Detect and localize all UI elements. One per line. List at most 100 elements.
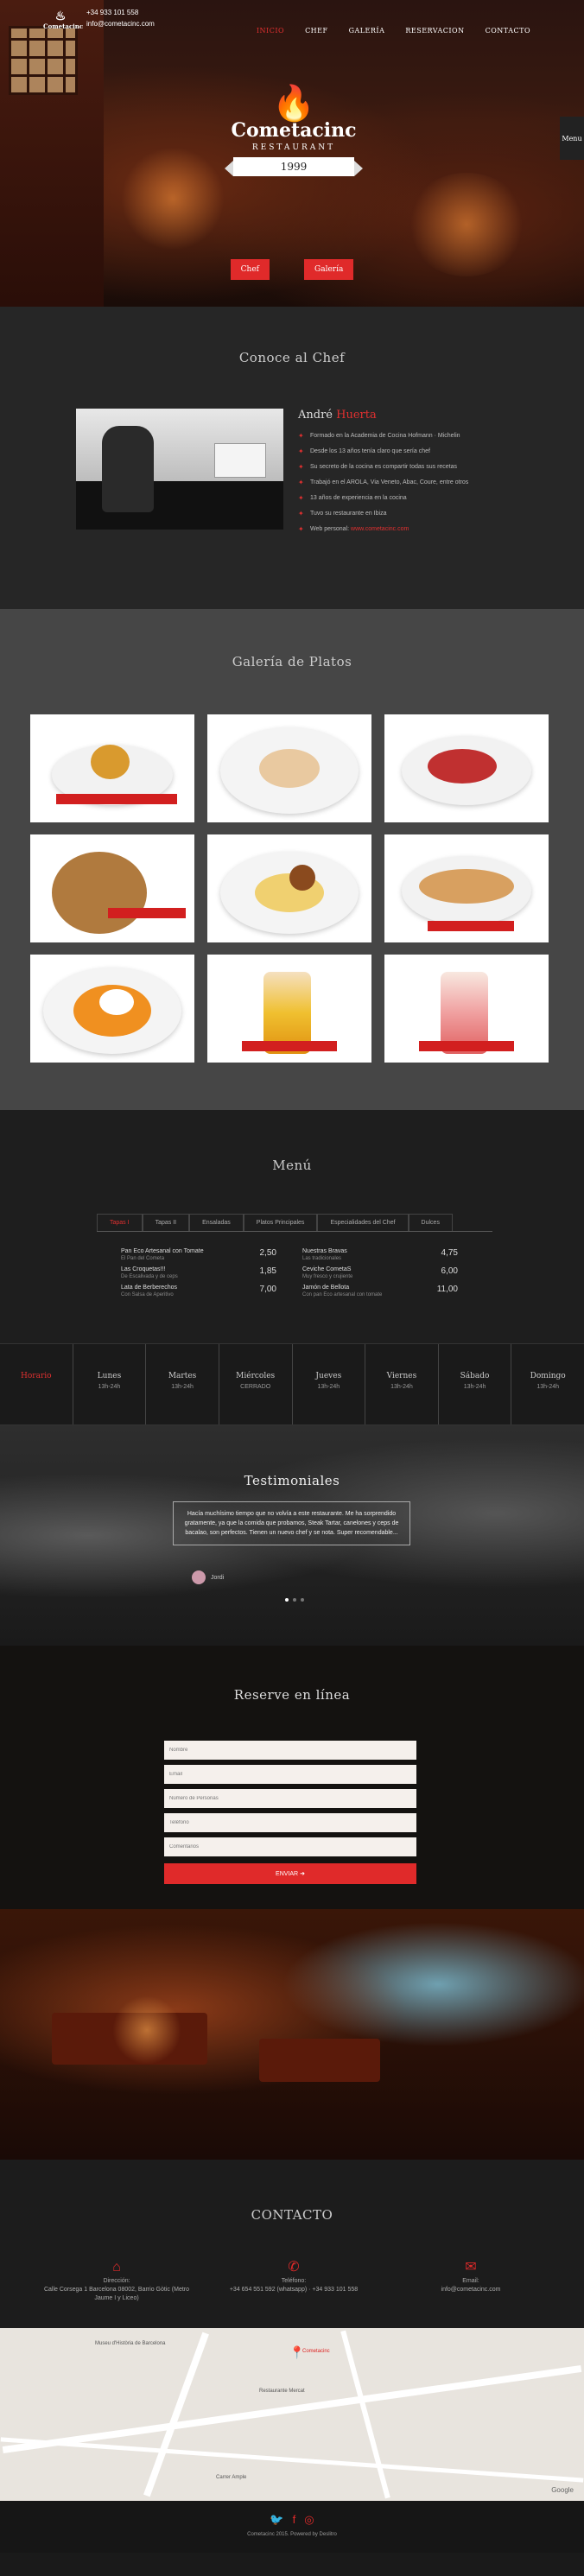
gallery-image[interactable] (207, 955, 371, 1063)
dish-name: Jamón de Bellota (302, 1285, 350, 1291)
contact-address: ⌂ Dirección: Calle Corsega 1 Barcelona 0… (39, 2261, 194, 2303)
email-text[interactable]: info@cometacinc.com (393, 2286, 549, 2294)
side-menu-button[interactable]: Menu (560, 117, 584, 160)
phone-field[interactable] (164, 1813, 416, 1832)
hours-day: Sábado 13h-24h (439, 1344, 512, 1424)
people-field[interactable] (164, 1789, 416, 1808)
gallery-button[interactable]: Galería (304, 259, 354, 280)
day-name: Viernes (386, 1372, 417, 1380)
restaurant-photo (0, 1909, 584, 2160)
year-text: 1999 (280, 161, 308, 173)
gallery-image[interactable] (30, 714, 194, 822)
gallery-image[interactable] (384, 955, 549, 1063)
section-title: Menú (272, 1158, 312, 1173)
phone-text[interactable]: +34 654 551 592 (whatsapp) · +34 933 101… (216, 2286, 371, 2294)
tab-tapas-1[interactable]: Tapas I (97, 1214, 143, 1231)
top-email: info@cometacinc.com (86, 20, 155, 28)
graduation-icon: ✦ (298, 432, 304, 440)
hours-day: Lunes 13h-24h (73, 1344, 147, 1424)
name-field[interactable] (164, 1741, 416, 1760)
day-time: 13h-24h (98, 1384, 121, 1390)
list-item: ✦ Desde los 13 años tenía claro que sería… (298, 447, 523, 455)
gallery-image[interactable] (30, 955, 194, 1063)
arrow-right-icon: ➜ (300, 1871, 305, 1877)
section-title: Testimoniales (244, 1473, 340, 1488)
hours-day: Miércoles CERRADO (219, 1344, 293, 1424)
menu-column-right: Nuestras Bravas Las tradicionales 4,75 Cev… (302, 1248, 458, 1303)
gallery-image[interactable] (30, 834, 194, 942)
dish-desc: Con pan Eco artesanal con tomate (302, 1292, 383, 1298)
dish-desc: De Escalivada y de ceps (121, 1274, 178, 1279)
gallery-image[interactable] (384, 714, 549, 822)
map-label: Museu d'Història de Barcelona (95, 2341, 166, 2346)
hero-lamp-glow (121, 147, 225, 251)
chef-button[interactable]: Chef (230, 259, 270, 280)
tab-tapas-2[interactable]: Tapas II (142, 1214, 190, 1231)
comments-field[interactable] (164, 1837, 416, 1856)
year-ribbon: 1999 (225, 157, 363, 176)
facebook-icon[interactable]: f (293, 2513, 296, 2527)
list-item-text: Tuvo su restaurante en Ibiza (310, 511, 387, 517)
author-name: Jordi (211, 1574, 225, 1581)
carousel-dot[interactable] (301, 1598, 304, 1602)
dish-price: 7,00 (259, 1285, 276, 1294)
dish-desc: El Pan del Cometa (121, 1256, 165, 1261)
menu-section: Menú Tapas I Tapas II Ensaladas Platos P… (0, 1110, 584, 1343)
hours-day: Domingo 13h-24h (511, 1344, 584, 1424)
dish-desc: Muy fresco y crujiente (302, 1274, 353, 1279)
email-field[interactable] (164, 1765, 416, 1784)
list-item-text: Trabajó en el AROLA, Via Veneto, Abac, C… (310, 479, 469, 485)
map-place-label: Cometacinc (302, 2349, 330, 2354)
gallery-image[interactable] (207, 834, 371, 942)
carousel-dot[interactable] (293, 1598, 296, 1602)
instagram-icon[interactable]: ◎ (304, 2513, 314, 2527)
menu-columns: Pan Eco Artesanal con Tomate El Pan del C… (121, 1248, 458, 1303)
list-item: ✦ Formado en la Academia de Cocina Hofman… (298, 432, 523, 440)
hours-day: Viernes 13h-24h (365, 1344, 439, 1424)
hero-section: ♨ Cometacinc +34 933 101 558 info@cometa… (0, 0, 584, 307)
chef-web-link[interactable]: www.cometacinc.com (351, 526, 409, 532)
dish-name: Pan Eco Artesanal con Tomate (121, 1248, 204, 1254)
tab-ensaladas[interactable]: Ensaladas (189, 1214, 244, 1231)
day-name: Horario (21, 1372, 52, 1380)
carousel-dots (285, 1598, 304, 1602)
gallery-image[interactable] (384, 834, 549, 942)
hero-buttons: Chef Galería (0, 259, 584, 280)
map[interactable]: 📍 Cometacinc Museu d'Història de Barcelo… (0, 2328, 584, 2501)
section-title: Conoce al Chef (238, 350, 346, 365)
footer: 🐦 f ◎ Cometacinc 2015. Powered by Deslit… (0, 2501, 584, 2553)
nav-item-chef[interactable]: Chef (295, 24, 339, 37)
menu-tabs: Tapas I Tapas II Ensaladas Platos Princi… (97, 1214, 492, 1232)
carousel-dot[interactable] (285, 1598, 289, 1602)
contact-section: CONTACTO ⌂ Dirección: Calle Corsega 1 Ba… (0, 2160, 584, 2328)
list-item: ✦ Su secreto de la cocina es compartir to… (298, 463, 523, 471)
send-button[interactable]: ENVIAR ➜ (164, 1863, 416, 1884)
chef-figure (102, 426, 154, 512)
dish-price: 4,75 (441, 1248, 458, 1258)
list-item-text: Su secreto de la cocina es compartir tod… (310, 464, 458, 470)
brand-logo: 🔥 Cometacinc RESTAURANT 1999 (225, 86, 363, 176)
twitter-icon[interactable]: 🐦 (270, 2513, 283, 2527)
brand-name: Cometacinc (231, 119, 357, 142)
tab-especialidades[interactable]: Especialidades del Chef (317, 1214, 409, 1231)
map-label: Restaurante Mercat (259, 2389, 305, 2394)
dish-desc: Las tradicionales (302, 1256, 342, 1261)
section-title: CONTACTO (251, 2207, 333, 2223)
nav-item-galeria[interactable]: Galería (339, 24, 396, 37)
chef-section: Conoce al Chef André Huerta ✦ Formado en … (0, 307, 584, 609)
day-time: 13h-24h (536, 1384, 560, 1390)
dish-name: Ceviche CometaS (302, 1266, 352, 1272)
logo[interactable]: ♨ Cometacinc (43, 10, 83, 30)
nav-item-contacto[interactable]: Contacto (475, 24, 541, 37)
nav-item-inicio[interactable]: Inicio (246, 24, 295, 37)
day-name: Sábado (460, 1372, 490, 1380)
gallery-image[interactable] (207, 714, 371, 822)
tab-platos-principales[interactable]: Platos Principales (243, 1214, 318, 1231)
map-road (143, 2332, 209, 2497)
day-name: Martes (168, 1372, 197, 1380)
list-item: ✦ 13 años de experiencia en la cocina (298, 494, 523, 502)
address-text: Calle Corsega 1 Barcelona 08002, Barrio … (43, 2287, 190, 2301)
gallery-section: Galería de Platos (0, 609, 584, 1110)
nav-item-reservacion[interactable]: Reservacion (395, 24, 474, 37)
tab-dulces[interactable]: Dulces (408, 1214, 453, 1231)
